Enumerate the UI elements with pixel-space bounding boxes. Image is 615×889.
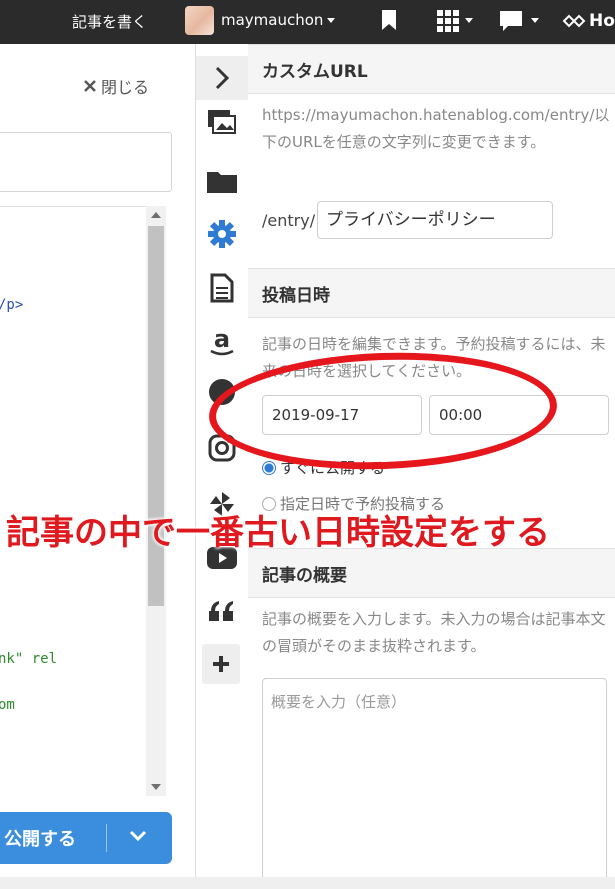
publish-button[interactable]: 公開する [0, 812, 172, 864]
custom-url-input[interactable]: プライバシーポリシー [317, 201, 553, 239]
category-button[interactable] [196, 159, 248, 203]
sidebar-icon-rail: a [195, 44, 249, 889]
code-line: nk" rel [0, 651, 58, 667]
gear-icon [208, 220, 236, 248]
amazon-button[interactable]: a [196, 320, 248, 364]
summary-textarea[interactable]: 概要を入力（任意） [262, 678, 607, 883]
collapse-panel-button[interactable] [196, 56, 248, 100]
section-title: カスタムURL [262, 62, 368, 82]
custom-url-header: カスタムURL [248, 44, 615, 94]
section-title: 投稿日時 [262, 286, 330, 306]
chevron-right-icon [215, 66, 230, 90]
quote-icon [209, 601, 233, 621]
post-date-header: 投稿日時 [248, 268, 615, 318]
entry-prefix: /entry/ [262, 211, 316, 230]
scroll-up-arrow[interactable] [151, 212, 161, 218]
section-title: 記事の概要 [262, 566, 347, 586]
write-article-link[interactable]: 記事を書く [72, 11, 147, 32]
custom-url-description: https://mayumachon.hatenablog.com/entry/… [262, 106, 610, 151]
brand-text: Ho [589, 11, 615, 31]
html-editor[interactable]: /p> nk" rel om [0, 206, 166, 797]
radio-selected[interactable] [262, 460, 276, 475]
amazon-icon: a [210, 326, 234, 356]
code-line: /p> [0, 297, 24, 313]
summary-description: 記事の概要を入力します。未入力の場合は記事本文の冒頭がそのまま抜粋されます。 [262, 610, 606, 655]
avatar[interactable] [185, 6, 214, 35]
scroll-down-arrow[interactable] [151, 784, 161, 790]
folder-icon [207, 172, 237, 193]
summary-header: 記事の概要 [248, 548, 615, 598]
brand-logo[interactable]: Ho [562, 11, 615, 31]
settings-button[interactable] [196, 212, 248, 256]
quote-button[interactable] [196, 588, 248, 632]
apps-grid-icon[interactable] [437, 10, 473, 32]
caret-down-icon [327, 18, 336, 23]
user-menu[interactable]: maymauchon [221, 11, 336, 29]
editor-scrollbar[interactable] [146, 206, 166, 796]
add-module-button[interactable] [202, 644, 240, 684]
editor-column: 閉じる /p> nk" rel om 公開する [0, 44, 195, 889]
chevron-down-icon[interactable] [129, 830, 147, 842]
close-icon [84, 80, 96, 92]
settings-panel: カスタムURL https://mayumachon.hatenablog.co… [248, 44, 615, 889]
notification-icon[interactable] [500, 10, 540, 32]
hatena-logo-icon [562, 14, 586, 28]
photo-upload-button[interactable] [196, 100, 248, 144]
images-icon [208, 110, 236, 134]
bookmark-icon[interactable] [381, 10, 397, 30]
svg-text:a: a [214, 326, 230, 353]
code-line: om [0, 697, 15, 713]
top-navigation-bar: 記事を書く maymauchon Ho [0, 0, 615, 44]
annotation-text: 記事の中で一番古い日時設定をする [6, 513, 550, 553]
close-button[interactable]: 閉じる [83, 74, 149, 98]
document-button[interactable] [196, 266, 248, 310]
publish-divider [106, 824, 107, 852]
title-input[interactable] [0, 132, 172, 192]
plus-icon [213, 656, 229, 672]
close-label: 閉じる [101, 78, 150, 97]
document-icon [210, 273, 234, 303]
publish-label: 公開する [4, 829, 76, 850]
username-label: maymauchon [221, 11, 324, 29]
bottom-strip [0, 877, 615, 889]
